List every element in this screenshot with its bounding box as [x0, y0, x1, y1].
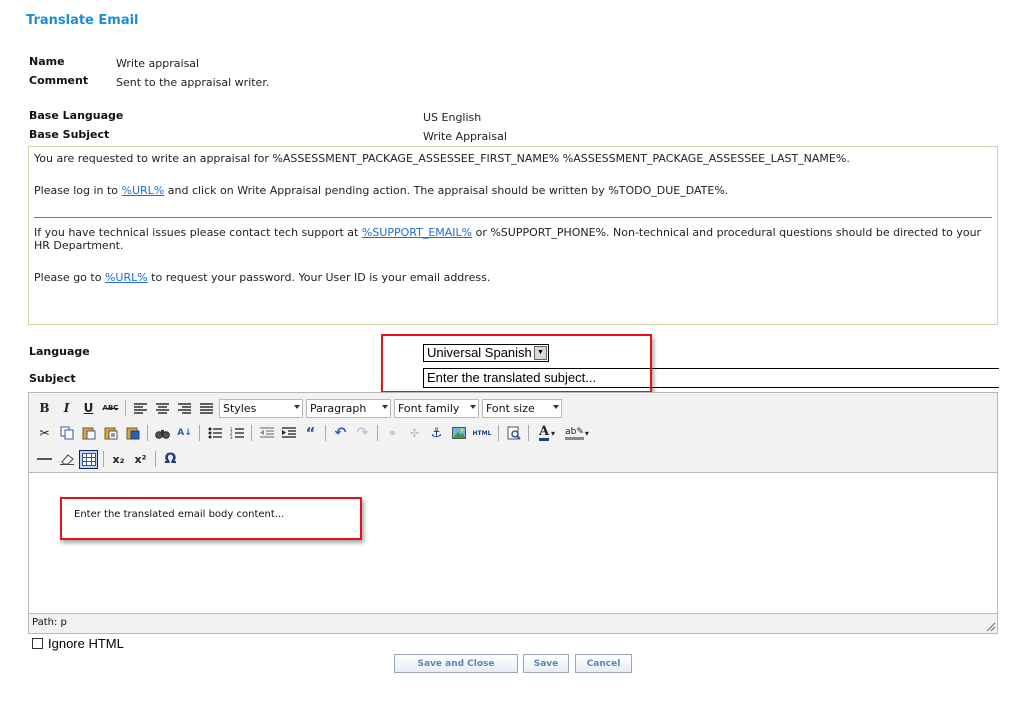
editor-toolbar-row: B I U ABC Styles Paragraph Font family F… — [35, 397, 562, 419]
numbered-list-icon[interactable]: 123 — [227, 424, 246, 443]
special-char-icon[interactable]: Ω — [161, 450, 180, 469]
base-subject-label: Base Subject — [29, 128, 110, 141]
undo-icon[interactable]: ↶ — [331, 424, 350, 443]
unlink-icon[interactable]: ✣ — [405, 424, 424, 443]
chevron-down-icon — [553, 404, 559, 409]
toolbar-separator — [528, 425, 529, 441]
superscript-icon[interactable]: x² — [131, 450, 150, 469]
replace-icon[interactable]: A↓ — [175, 424, 194, 443]
eraser-icon[interactable] — [57, 450, 76, 469]
editor-toolbar-row: x₂ x² Ω — [35, 448, 180, 470]
highlight-color-icon[interactable]: ab✎ ▾ — [563, 424, 591, 443]
font-family-dropdown[interactable]: Font family — [394, 398, 479, 418]
comment-value: Sent to the appraisal writer. — [116, 76, 270, 89]
chevron-down-icon — [470, 404, 476, 409]
preview-icon[interactable] — [504, 424, 523, 443]
cut-icon[interactable]: ✂ — [35, 424, 54, 443]
strikethrough-icon[interactable]: ABC — [101, 399, 120, 418]
toolbar-separator — [103, 451, 104, 467]
styles-dropdown-label: Styles — [223, 401, 257, 415]
html-source-icon[interactable]: HTML — [471, 424, 493, 443]
paste-icon[interactable] — [79, 424, 98, 443]
chevron-down-icon — [382, 404, 388, 409]
page-title: Translate Email — [26, 13, 139, 28]
highlight-box — [60, 497, 362, 540]
toolbar-separator — [155, 451, 156, 467]
base-language-label: Base Language — [29, 109, 124, 122]
support-email-link[interactable]: %SUPPORT_EMAIL% — [362, 226, 472, 239]
cancel-button[interactable]: Cancel — [575, 654, 632, 673]
toolbar-separator — [377, 425, 378, 441]
subscript-icon[interactable]: x₂ — [109, 450, 128, 469]
base-body-paragraph: Please go to %URL% to request your passw… — [34, 271, 992, 284]
toolbar-separator — [325, 425, 326, 441]
link-icon[interactable]: ⚭ — [383, 424, 402, 443]
editor-content-area[interactable]: Enter the translated email body content.… — [29, 472, 997, 614]
paste-word-icon[interactable] — [123, 424, 142, 443]
language-label: Language — [29, 345, 90, 358]
anchor-icon[interactable]: ⚓ — [427, 424, 446, 443]
body-divider — [34, 217, 992, 218]
ignore-html-checkbox[interactable] — [32, 638, 43, 649]
name-value: Write appraisal — [116, 57, 200, 70]
table-icon[interactable] — [79, 449, 98, 469]
outdent-icon[interactable] — [257, 424, 276, 443]
blockquote-icon[interactable]: “ — [301, 424, 320, 443]
bold-icon[interactable]: B — [35, 399, 54, 418]
save-button[interactable]: Save — [523, 654, 569, 673]
toolbar-separator — [498, 425, 499, 441]
base-body-text: If you have technical issues please cont… — [34, 226, 362, 239]
font-size-dropdown[interactable]: Font size — [482, 398, 562, 418]
format-dropdown[interactable]: Paragraph — [306, 398, 391, 418]
underline-icon[interactable]: U — [79, 399, 98, 418]
font-family-dropdown-label: Font family — [398, 401, 460, 415]
base-body-paragraph: If you have technical issues please cont… — [34, 226, 992, 252]
base-body-text: Please log in to — [34, 184, 122, 197]
format-dropdown-label: Paragraph — [310, 401, 367, 415]
base-body-paragraph: Please log in to %URL% and click on Writ… — [34, 184, 992, 197]
horizontal-rule-icon[interactable] — [35, 450, 54, 469]
align-right-icon[interactable] — [175, 399, 194, 418]
chevron-down-icon — [294, 404, 300, 409]
subject-label: Subject — [29, 372, 76, 385]
toolbar-separator — [199, 425, 200, 441]
bullet-list-icon[interactable] — [205, 424, 224, 443]
toolbar-separator — [125, 400, 126, 416]
copy-icon[interactable] — [57, 424, 76, 443]
indent-icon[interactable] — [279, 424, 298, 443]
align-justify-icon[interactable] — [197, 399, 216, 418]
comment-label: Comment — [29, 74, 89, 87]
base-body-paragraph: You are requested to write an appraisal … — [34, 152, 850, 165]
styles-dropdown[interactable]: Styles — [219, 398, 303, 418]
text-color-icon[interactable]: A ▾ — [534, 424, 560, 443]
name-label: Name — [29, 55, 65, 68]
align-center-icon[interactable] — [153, 399, 172, 418]
url-link[interactable]: %URL% — [122, 184, 165, 197]
paste-text-icon[interactable] — [101, 424, 120, 443]
find-icon[interactable] — [153, 424, 172, 443]
svg-text:3: 3 — [230, 435, 233, 439]
base-body-text: to request your password. Your User ID i… — [147, 271, 491, 284]
highlight-box — [381, 334, 652, 393]
editor-path: Path: p — [32, 617, 67, 628]
url-link[interactable]: %URL% — [105, 271, 148, 284]
redo-icon[interactable]: ↷ — [353, 424, 372, 443]
toolbar-separator — [147, 425, 148, 441]
base-body-text: Please go to — [34, 271, 105, 284]
font-size-dropdown-label: Font size — [486, 401, 535, 415]
resize-handle-icon[interactable] — [985, 621, 996, 632]
editor-toolbar-row: ✂ A↓ 123 “ ↶ ↷ ⚭ ✣ ⚓ HTML A ▾ ab✎ ▾ — [35, 422, 591, 444]
base-subject-value: Write Appraisal — [423, 130, 507, 143]
save-and-close-button[interactable]: Save and Close — [394, 654, 518, 673]
align-left-icon[interactable] — [131, 399, 150, 418]
ignore-html-label: Ignore HTML — [48, 636, 124, 651]
base-body-text: and click on Write Appraisal pending act… — [164, 184, 729, 197]
base-body-preview: You are requested to write an appraisal … — [28, 146, 998, 325]
toolbar-separator — [251, 425, 252, 441]
image-icon[interactable] — [449, 424, 468, 443]
italic-icon[interactable]: I — [57, 399, 76, 418]
base-language-value: US English — [423, 111, 482, 124]
